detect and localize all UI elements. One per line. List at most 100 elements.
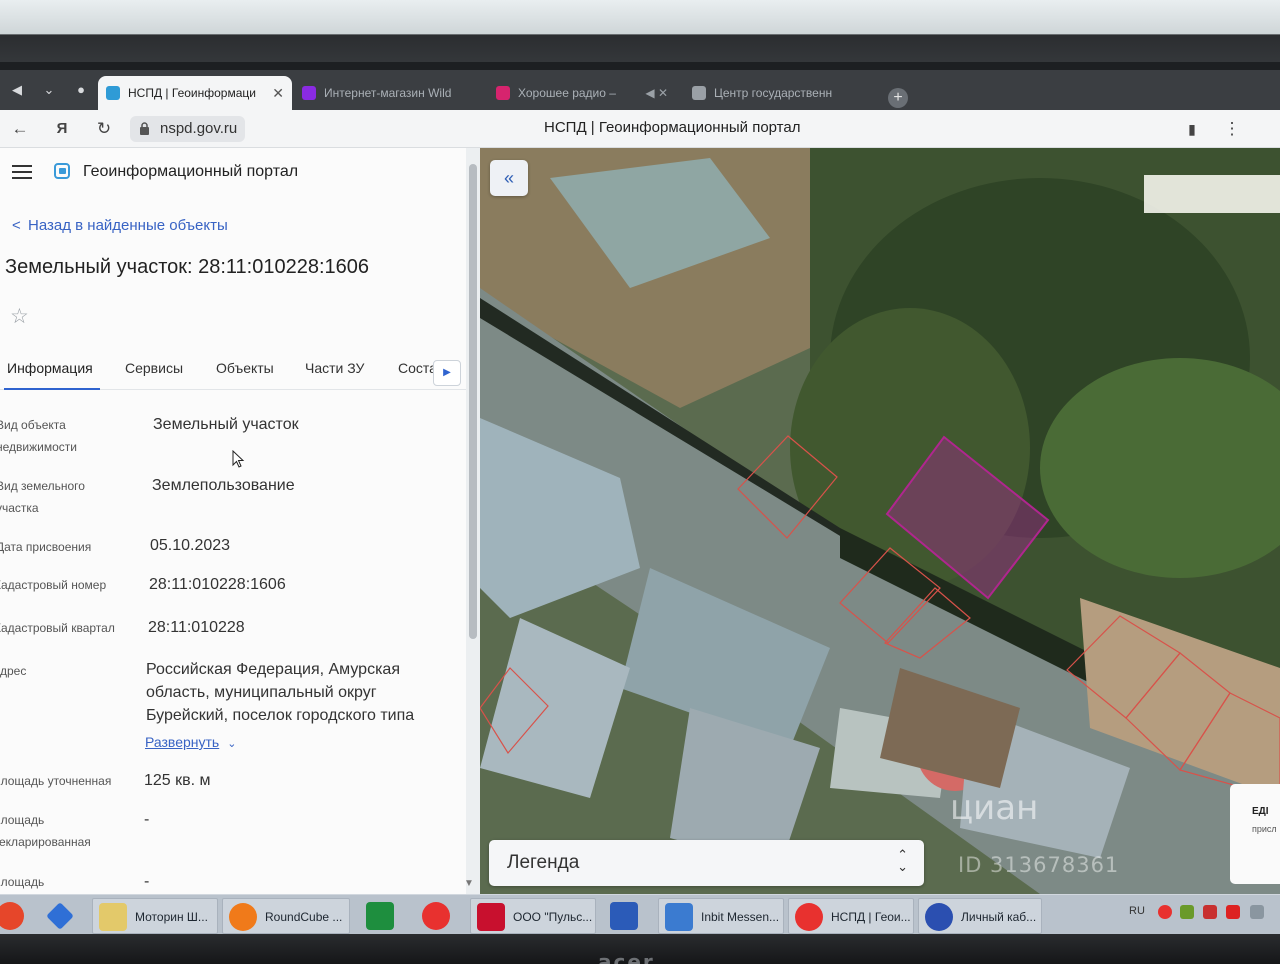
yandex-nspd-icon: [795, 903, 823, 931]
tab-services[interactable]: Сервисы: [125, 360, 183, 376]
taskbar-nspd[interactable]: НСПД | Геои...: [788, 898, 914, 934]
field-label-cadastral-number: Кадастровый номер: [0, 578, 107, 592]
back-link-label: Назад в найденные объекты: [28, 217, 228, 234]
portal-logo-icon: [54, 163, 70, 179]
radio-favicon-icon: [496, 86, 510, 100]
panel-scrollbar-thumb[interactable]: [469, 164, 477, 639]
taskbar-puls[interactable]: ООО "Пульс...: [470, 898, 596, 934]
satellite-imagery: [480, 148, 1280, 894]
address-bar: ← Я ↻ nspd.gov.ru НСПД | Геоинформационн…: [0, 110, 1280, 148]
field-value-area-specified: 125 кв. м: [144, 772, 211, 789]
bookmark-icon[interactable]: ▮: [1180, 117, 1204, 141]
taskbar-label: Inbit Messen...: [701, 910, 780, 924]
yandex-icon[interactable]: ●: [68, 78, 94, 102]
field-label-cadastral-quarter: Кадастровый квартал: [0, 621, 115, 635]
field-value-cadastral-number: 28:11:010228:1606: [149, 576, 286, 593]
tab-gov-center[interactable]: Центр государственн: [684, 76, 874, 110]
tray-grid-icon[interactable]: [1203, 905, 1217, 919]
tray-alert-icon[interactable]: [1226, 905, 1240, 919]
taskbar-label: Личный каб...: [961, 910, 1037, 924]
mouse-cursor-icon: [232, 450, 245, 468]
cian-watermark: циан: [950, 788, 1039, 828]
url-field[interactable]: nspd.gov.ru: [130, 116, 246, 142]
side-card-text: присл: [1252, 824, 1277, 834]
windows-taskbar: Моторин Ш... RoundCube ... ООО "Пульс...…: [0, 894, 1280, 936]
tab-wildberries[interactable]: Интернет-магазин Wild: [294, 76, 480, 110]
taskbar-folder[interactable]: Моторин Ш...: [92, 898, 218, 934]
taskbar-label: ООО "Пульс...: [513, 910, 593, 924]
hamburger-menu-icon[interactable]: [12, 165, 32, 179]
excel-icon[interactable]: [360, 898, 404, 934]
tab-radio[interactable]: Хорошее радио – ◀︎ ✕: [488, 76, 678, 110]
expand-link-label: Развернуть: [145, 734, 220, 750]
tray-network-icon[interactable]: [1250, 905, 1264, 919]
chrome-icon[interactable]: [0, 898, 32, 934]
legend-dropdown[interactable]: Легенда ⌃ ⌄: [489, 840, 924, 886]
scroll-down-icon[interactable]: ▼: [464, 878, 474, 889]
taskbar-label: Моторин Ш...: [135, 910, 208, 924]
satellite-map[interactable]: « циан ID 313678361 Легенда ⌃ ⌄ ЕДІ присл: [480, 148, 1280, 894]
mute-icon[interactable]: ◀︎ ✕: [645, 76, 668, 110]
field-value-address: Российская Федерация, Амурская область, …: [146, 661, 415, 724]
sound-icon[interactable]: ◀︎: [4, 78, 30, 102]
tab-parts[interactable]: Части ЗУ: [305, 360, 364, 376]
taskbar-inbit[interactable]: Inbit Messen...: [658, 898, 784, 934]
monitor-brand-logo: acer: [598, 950, 655, 964]
tab-label: Интернет-магазин Wild: [324, 86, 452, 100]
active-tab-indicator: [4, 388, 100, 390]
info-tabs: Информация Сервисы Объекты Части ЗУ Сост…: [0, 354, 466, 390]
app-diamond-icon[interactable]: [40, 898, 82, 934]
taskbar-label: RoundCube ...: [265, 910, 343, 924]
yandex-browser-icon[interactable]: [416, 898, 460, 934]
field-value-object-type: Земельный участок: [153, 416, 299, 433]
geoportal-app: Геоинформационный портал < Назад в найден…: [0, 148, 1280, 894]
inbit-messenger-icon: [665, 903, 693, 931]
field-value-land-type: Землепользование: [152, 477, 295, 494]
yandex-logo-icon[interactable]: Я: [50, 117, 74, 141]
folder-icon: [99, 903, 127, 931]
portal-name: Геоинформационный портал: [83, 163, 299, 180]
reload-icon[interactable]: ↻: [92, 117, 116, 141]
back-to-results-link[interactable]: < Назад в найденные объекты: [12, 217, 228, 234]
tab-nspd[interactable]: НСПД | Геоинформаци ✕: [98, 76, 292, 110]
tray-app-icon[interactable]: [1180, 905, 1194, 919]
object-title: Земельный участок: 28:11:010228:1606: [5, 256, 370, 278]
field-label-area-specified: Площадь уточненная: [0, 774, 112, 788]
puls-pro-icon: [477, 903, 505, 931]
keyboard-language[interactable]: RU: [1129, 905, 1145, 917]
tab-composition[interactable]: Соста: [398, 360, 437, 376]
gov-favicon-icon: [692, 86, 706, 100]
expand-address-link[interactable]: Развернуть ⌄: [145, 734, 236, 750]
field-value-date: 05.10.2023: [150, 537, 231, 554]
side-card-title: ЕДІ: [1252, 806, 1269, 817]
lock-icon: [140, 122, 149, 135]
updown-chevron-icon: ⌃ ⌄: [897, 847, 908, 874]
photo-of-screen: ◀︎ ⌄ ● НСПД | Геоинформаци ✕ Интернет-ма…: [0, 0, 1280, 964]
star-icon[interactable]: ☆: [10, 304, 29, 329]
tab-label: Центр государственн: [714, 86, 833, 100]
tray-yandex-icon[interactable]: [1158, 905, 1172, 919]
map-search-box[interactable]: [1144, 175, 1280, 213]
taskbar-cabinet[interactable]: Личный каб...: [918, 898, 1042, 934]
cabinet-icon: [925, 903, 953, 931]
chevron-down-icon: ⌄: [227, 738, 237, 750]
legend-label: Легенда: [507, 852, 580, 873]
tab-objects[interactable]: Объекты: [216, 360, 274, 376]
word-icon[interactable]: [604, 898, 650, 934]
taskbar-firefox[interactable]: RoundCube ...: [222, 898, 350, 934]
object-info-panel: Геоинформационный портал < Назад в найден…: [0, 148, 466, 894]
field-label-address: Адрес: [0, 664, 27, 678]
collapse-icon[interactable]: ⌄: [36, 78, 62, 102]
monitor-top-bezel: [0, 0, 1280, 62]
collapse-panel-icon[interactable]: «: [490, 160, 528, 196]
firefox-icon: [229, 903, 257, 931]
field-label-object-type: Вид объекта недвижимости: [0, 418, 77, 454]
tab-information[interactable]: Информация: [7, 360, 93, 376]
menu-dots-icon[interactable]: ⋮: [1220, 117, 1244, 141]
tabs-scroll-right-icon[interactable]: ▶: [433, 360, 461, 386]
close-tab-icon[interactable]: ✕: [272, 76, 284, 110]
back-arrow-icon[interactable]: ←: [8, 117, 32, 141]
nspd-favicon-icon: [106, 86, 120, 100]
info-side-card[interactable]: ЕДІ присл: [1230, 784, 1280, 884]
new-tab-button[interactable]: +: [888, 88, 908, 108]
